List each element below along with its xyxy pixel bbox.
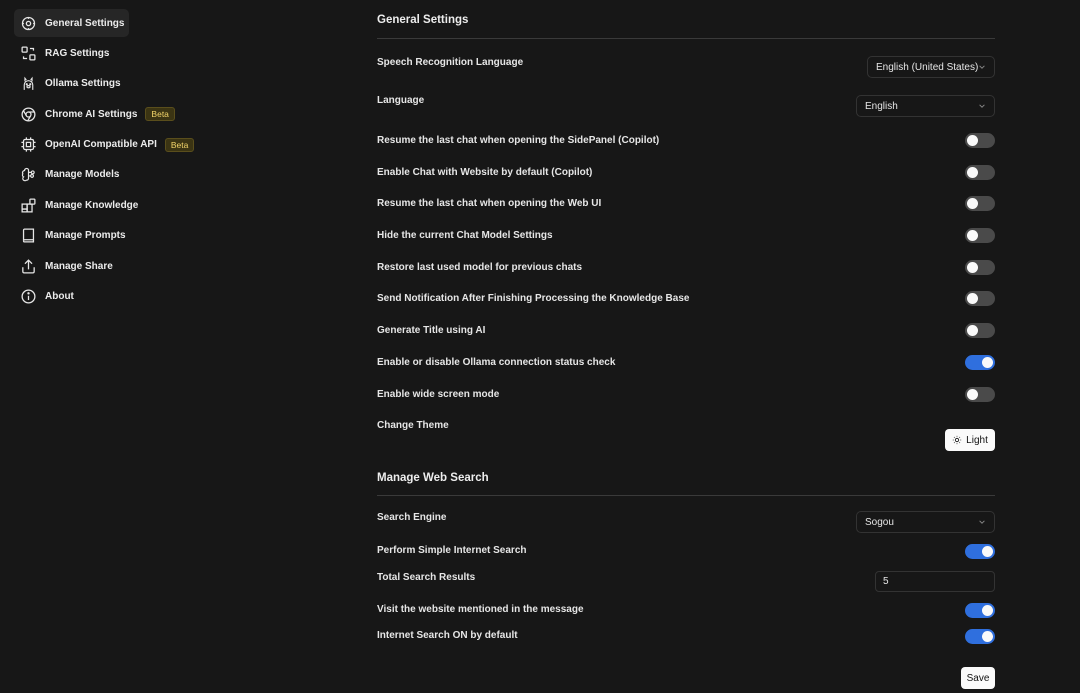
- share-icon: [20, 258, 37, 275]
- settings-cog-icon: [20, 15, 37, 32]
- sidebar-item-label: Manage Models: [45, 169, 120, 181]
- sidebar-item-manage-prompts[interactable]: Manage Prompts: [14, 222, 244, 250]
- general-settings-title: General Settings: [377, 14, 469, 26]
- sidebar-item-label: Manage Knowledge: [45, 199, 139, 211]
- toggle-knob: [982, 631, 993, 642]
- theme-light-button[interactable]: Light: [945, 429, 995, 451]
- chrome-icon: [20, 106, 37, 123]
- change-theme-label: Change Theme: [377, 420, 449, 431]
- resume-webui-toggle[interactable]: [965, 196, 995, 211]
- search-default-label: Internet Search ON by default: [377, 630, 518, 641]
- chevron-down-icon: [979, 104, 985, 108]
- toggle-knob: [967, 293, 978, 304]
- sidebar-item-label: About: [45, 291, 74, 303]
- language-select[interactable]: English: [856, 95, 995, 117]
- visit-website-label: Visit the website mentioned in the messa…: [377, 604, 584, 615]
- chat-with-website-toggle[interactable]: [965, 164, 995, 180]
- toggle-label: Generate Title using AI: [377, 325, 486, 336]
- chevron-down-icon: [979, 520, 985, 524]
- manage-web-search-title: Manage Web Search: [377, 472, 489, 484]
- book-icon: [20, 227, 37, 244]
- toggle-knob: [967, 389, 978, 400]
- info-icon: [20, 288, 37, 305]
- sidebar-item-label: Manage Share: [45, 260, 113, 272]
- speech-language-value: English (United States): [876, 61, 979, 73]
- settings-sidebar: General Settings RAG Settings Ollama Set…: [14, 9, 244, 313]
- toggle-knob: [967, 198, 978, 209]
- sidebar-item-label: OpenAI Compatible API: [45, 139, 157, 151]
- sidebar-item-manage-models[interactable]: Manage Models: [14, 161, 244, 189]
- sun-icon: [952, 435, 962, 445]
- rag-icon: [20, 45, 37, 62]
- sidebar-item-label: Ollama Settings: [45, 78, 121, 90]
- generate-title-toggle[interactable]: [965, 323, 995, 338]
- section-divider: [377, 495, 995, 496]
- total-results-label: Total Search Results: [377, 572, 476, 583]
- toggle-knob: [967, 166, 978, 178]
- toggle-label: Hide the current Chat Model Settings: [377, 230, 553, 241]
- toggle-label: Enable or disable Ollama connection stat…: [377, 357, 616, 368]
- toggle-label: Enable Chat with Website by default (Cop…: [377, 166, 593, 178]
- toggle-label: Enable wide screen mode: [377, 389, 500, 400]
- sidebar-item-chrome-ai-settings[interactable]: Chrome AI Settings Beta: [14, 100, 244, 128]
- toggle-label: Resume the last chat when opening the Si…: [377, 135, 660, 146]
- search-engine-label: Search Engine: [377, 512, 447, 523]
- search-default-toggle[interactable]: [965, 629, 995, 644]
- language-value: English: [865, 100, 898, 112]
- beta-badge: Beta: [164, 137, 195, 152]
- brain-icon: [20, 166, 37, 183]
- beta-badge: Beta: [145, 107, 175, 122]
- sidebar-item-label: General Settings: [45, 17, 125, 29]
- search-engine-value: Sogou: [865, 516, 894, 528]
- simple-search-label: Perform Simple Internet Search: [377, 545, 527, 556]
- sidebar-item-label: Chrome AI Settings: [45, 108, 138, 120]
- toggle-label: Restore last used model for previous cha…: [377, 262, 583, 273]
- simple-search-toggle[interactable]: [965, 544, 995, 559]
- restore-last-model-toggle[interactable]: [965, 260, 995, 275]
- sidebar-item-ollama-settings[interactable]: Ollama Settings: [14, 70, 244, 98]
- section-divider: [377, 38, 995, 39]
- sidebar-item-rag-settings[interactable]: RAG Settings: [14, 39, 244, 67]
- toggle-knob: [982, 357, 993, 368]
- toggle-knob: [967, 135, 978, 146]
- sidebar-item-label: Manage Prompts: [45, 230, 126, 242]
- toggle-knob: [982, 546, 993, 557]
- send-notification-toggle[interactable]: [965, 291, 995, 306]
- cpu-chip-icon: [20, 136, 37, 153]
- toggle-label: Send Notification After Finishing Proces…: [377, 293, 690, 304]
- toggle-knob: [982, 605, 993, 616]
- sidebar-item-manage-knowledge[interactable]: Manage Knowledge: [14, 191, 244, 219]
- search-engine-select[interactable]: Sogou: [856, 511, 995, 533]
- sidebar-item-manage-share[interactable]: Manage Share: [14, 252, 244, 280]
- save-button[interactable]: Save: [961, 667, 995, 689]
- chevron-down-icon: [979, 65, 985, 69]
- toggle-knob: [967, 325, 978, 336]
- sidebar-item-label: RAG Settings: [45, 47, 110, 59]
- toggle-knob: [967, 262, 978, 273]
- sidebar-item-general-settings[interactable]: General Settings: [14, 9, 129, 37]
- language-label: Language: [377, 95, 425, 106]
- sidebar-item-openai-compatible-api[interactable]: OpenAI Compatible API Beta: [14, 131, 244, 159]
- speech-language-label: Speech Recognition Language: [377, 57, 524, 68]
- hide-chat-model-settings-toggle[interactable]: [965, 228, 995, 243]
- toggle-label: Resume the last chat when opening the We…: [377, 198, 602, 209]
- blocks-icon: [20, 197, 37, 214]
- total-results-input[interactable]: [875, 571, 995, 592]
- resume-sidepanel-toggle[interactable]: [965, 133, 995, 148]
- toggle-knob: [967, 230, 978, 241]
- wide-screen-toggle[interactable]: [965, 387, 995, 402]
- visit-website-toggle[interactable]: [965, 603, 995, 618]
- ollama-llama-icon: [20, 75, 37, 92]
- theme-button-label: Light: [966, 434, 988, 446]
- sidebar-item-about[interactable]: About: [14, 283, 244, 311]
- ollama-status-check-toggle[interactable]: [965, 355, 995, 370]
- speech-language-select[interactable]: English (United States): [867, 56, 995, 78]
